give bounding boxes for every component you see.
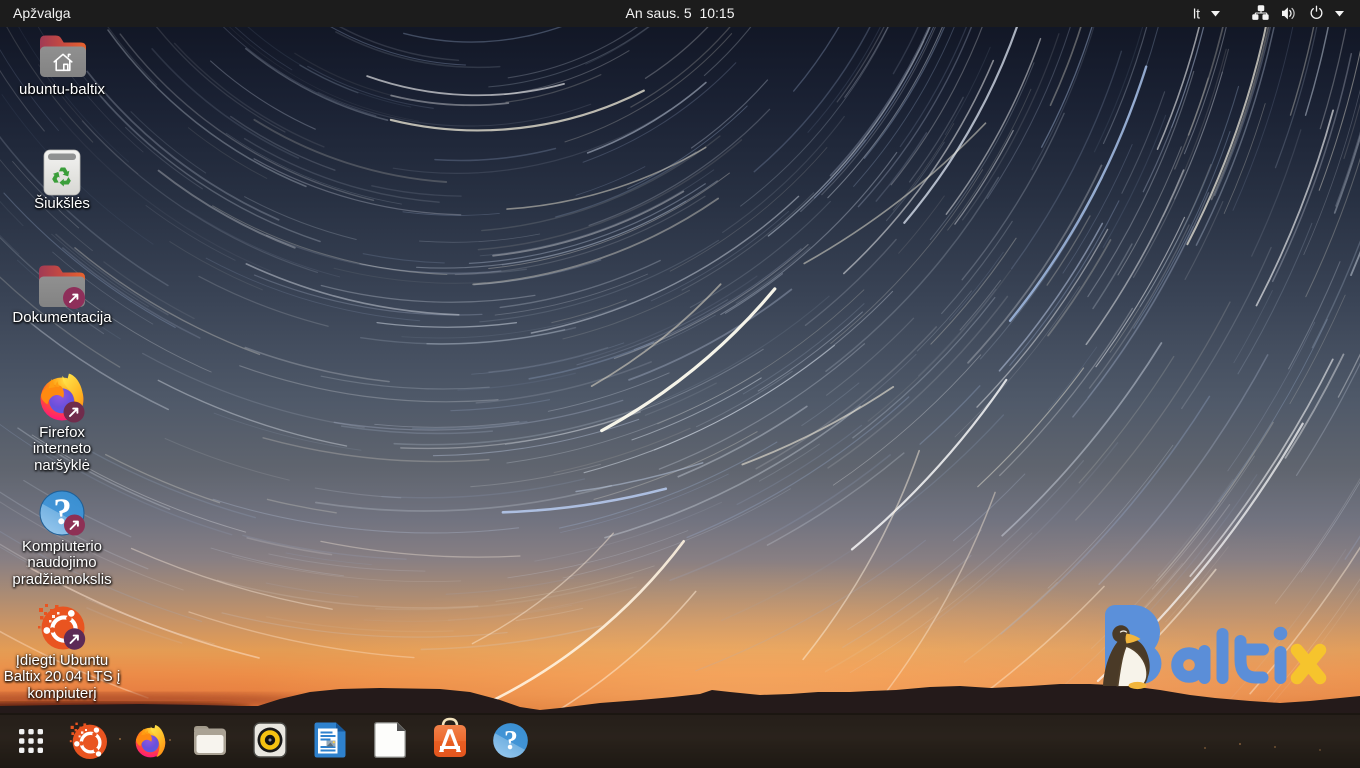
svg-text:lt: lt [1193,6,1200,22]
svg-text:?: ? [504,725,518,756]
